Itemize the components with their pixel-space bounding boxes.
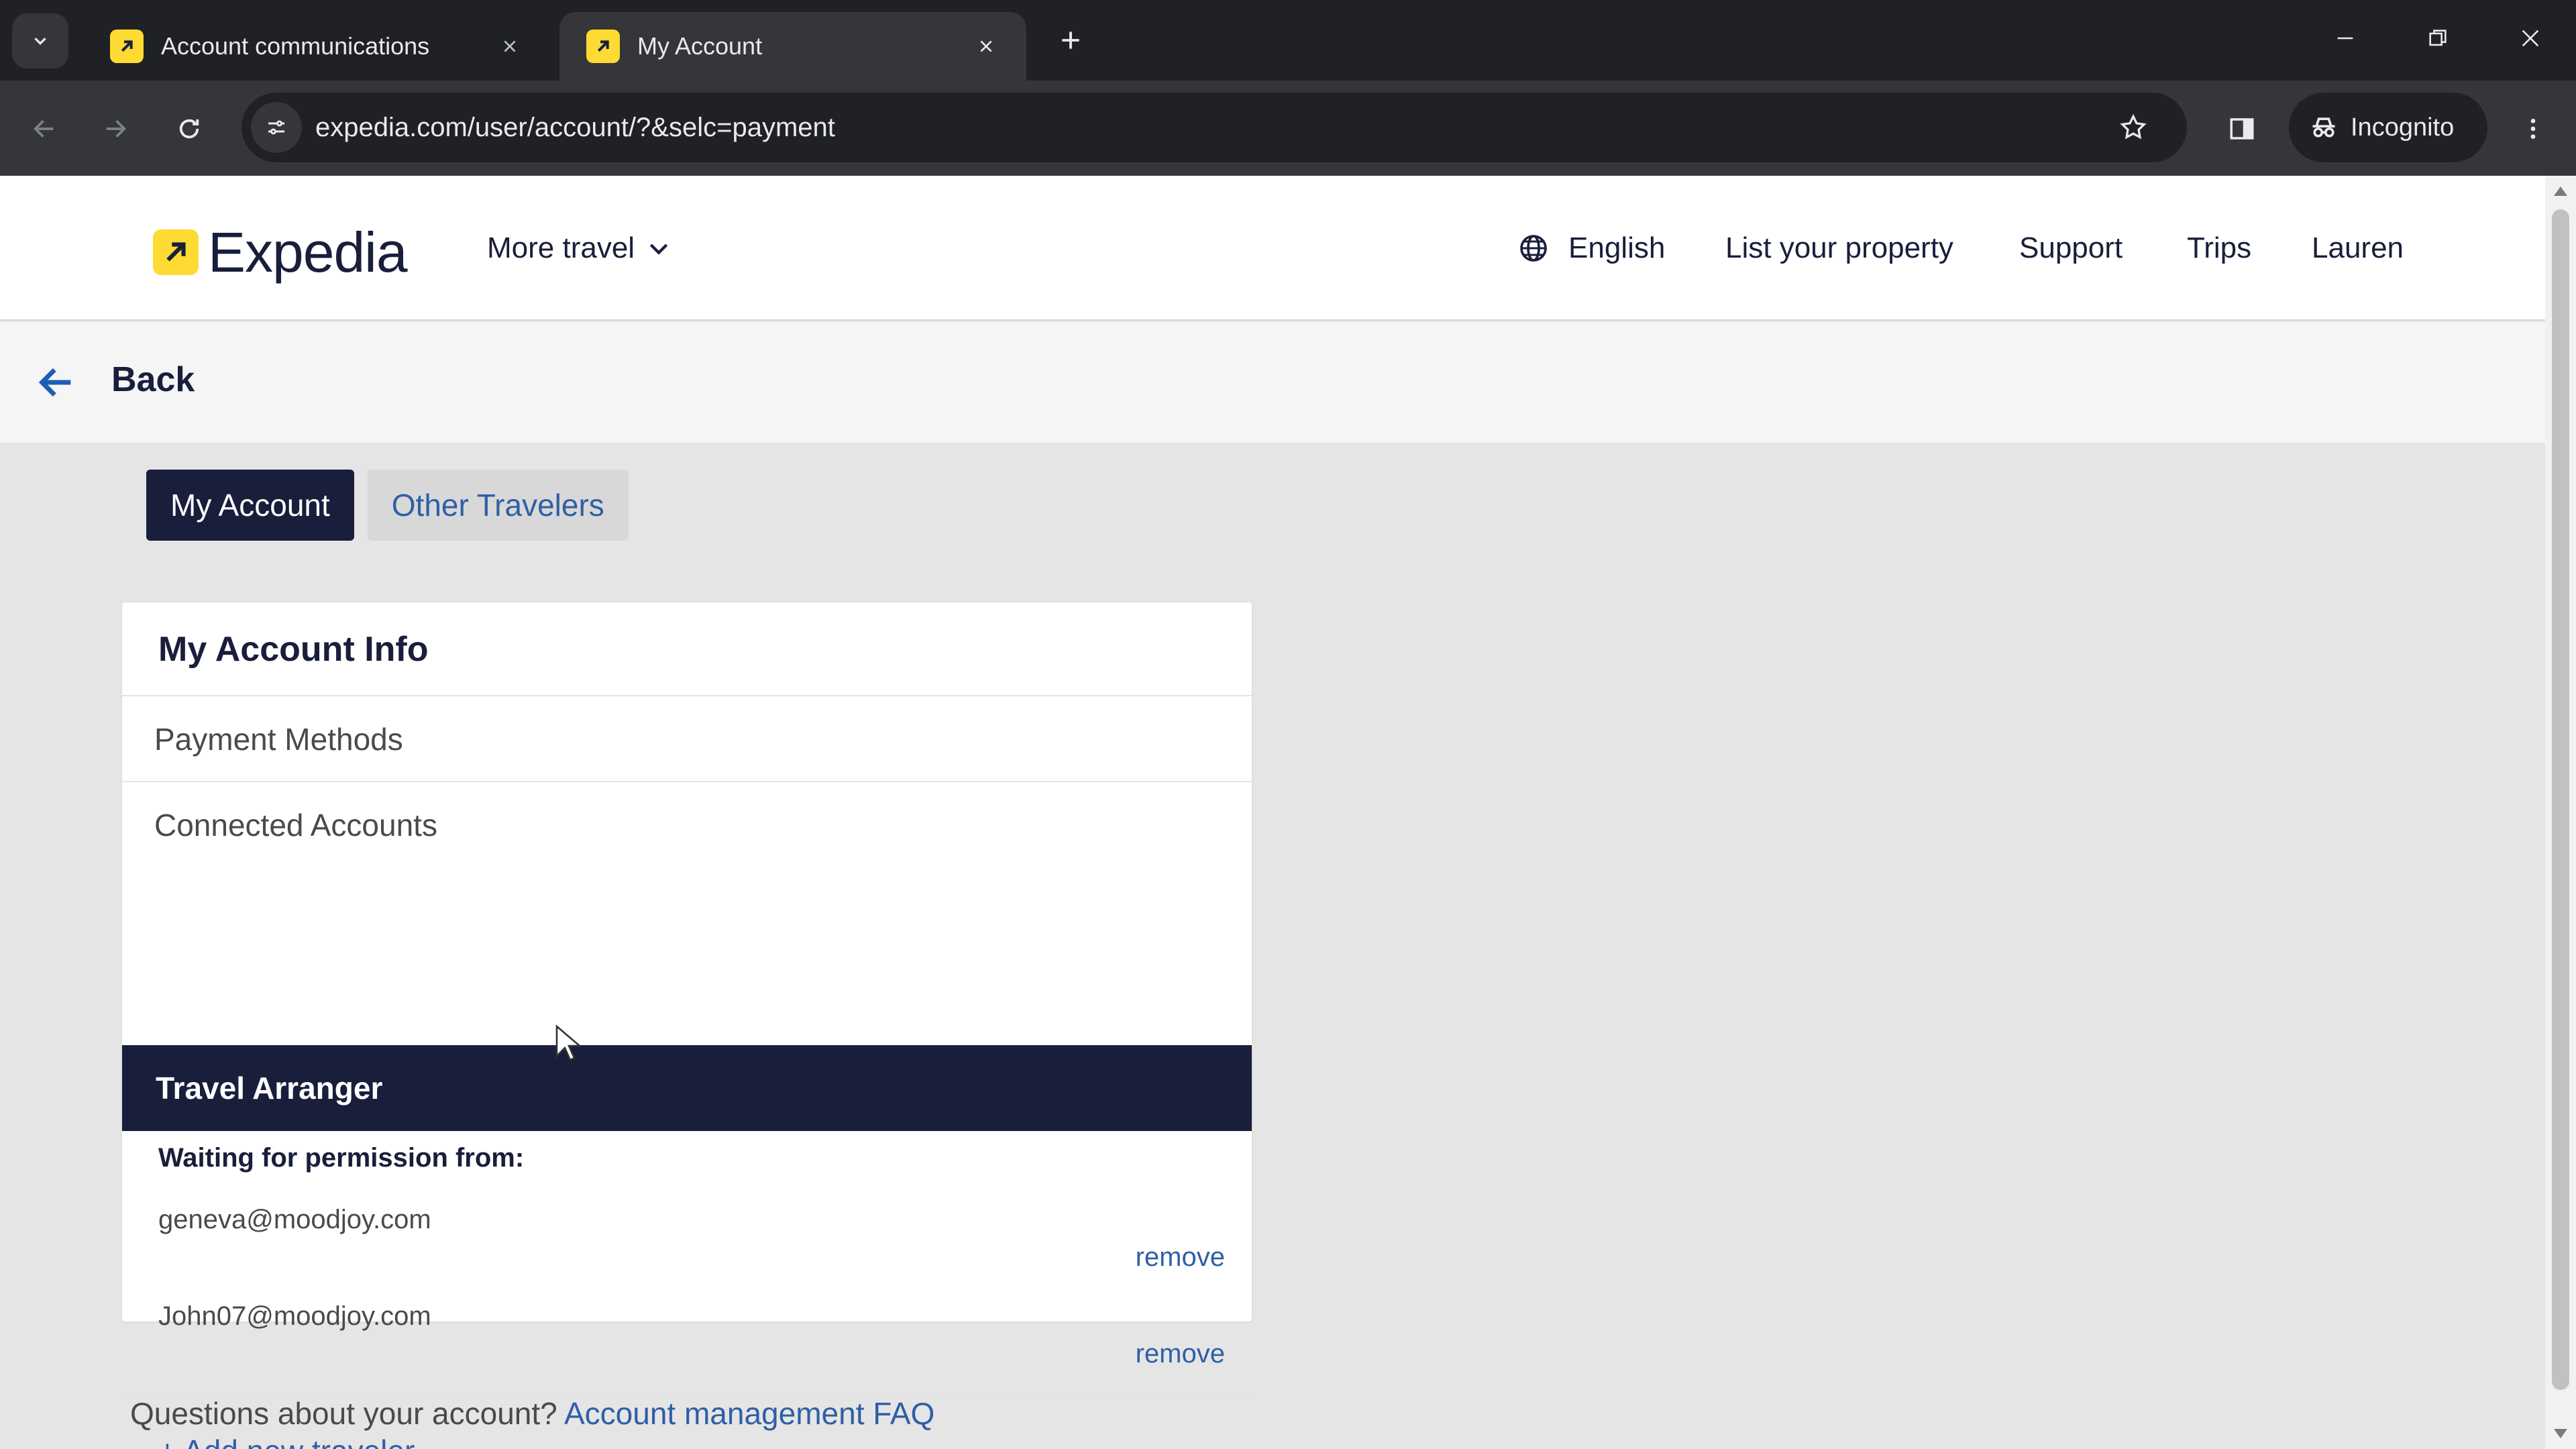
faq-line: Questions about your account? Account ma… xyxy=(130,1395,934,1432)
side-panel-icon xyxy=(2230,118,2254,140)
forward-nav-button[interactable] xyxy=(94,107,137,150)
trips-link[interactable]: Trips xyxy=(2187,228,2251,268)
scroll-down-icon[interactable] xyxy=(2554,1429,2567,1438)
more-travel-label: More travel xyxy=(487,231,635,264)
menu-item-connected-accounts[interactable]: Connected Accounts xyxy=(122,781,1252,867)
account-tabs: My Account Other Travelers xyxy=(146,470,629,541)
mouse-cursor-icon xyxy=(555,1024,581,1061)
plus-icon xyxy=(1062,32,1079,49)
side-panel-button[interactable] xyxy=(2220,107,2263,150)
scroll-up-icon[interactable] xyxy=(2554,186,2567,196)
reload-button[interactable] xyxy=(168,107,211,150)
tab-my-account[interactable]: My Account xyxy=(146,470,354,541)
restore-button[interactable] xyxy=(2411,15,2465,62)
incognito-label: Incognito xyxy=(2351,113,2455,142)
expedia-logo[interactable]: Expedia xyxy=(153,221,408,284)
account-management-faq-link[interactable]: Account management FAQ xyxy=(564,1396,934,1431)
page-scrollbar[interactable] xyxy=(2545,176,2576,1449)
window-close-button[interactable] xyxy=(2504,15,2557,62)
chevron-down-icon xyxy=(649,244,668,255)
new-tab-button[interactable] xyxy=(1051,20,1091,60)
close-icon[interactable] xyxy=(973,33,1000,60)
card-title: My Account Info xyxy=(158,630,429,669)
tab-other-travelers[interactable]: Other Travelers xyxy=(367,470,629,541)
browser-tab-account-communications[interactable]: Account communications xyxy=(83,12,550,80)
browser-tab-my-account[interactable]: My Account xyxy=(559,12,1026,80)
page-viewport: Expedia More travel English List your pr… xyxy=(0,176,2545,1449)
close-icon xyxy=(2522,30,2539,47)
pending-email: John07@moodjoy.com xyxy=(158,1301,431,1331)
minimize-icon xyxy=(2337,37,2353,40)
pending-email: geneva@moodjoy.com xyxy=(158,1205,431,1234)
back-nav-button[interactable] xyxy=(23,107,66,150)
browser-menu-button[interactable] xyxy=(2512,107,2555,150)
address-bar[interactable]: expedia.com/user/account/?&selc=payment xyxy=(241,93,2187,162)
more-travel-menu[interactable]: More travel xyxy=(487,228,672,268)
expedia-favicon xyxy=(586,30,620,63)
waiting-label: Waiting for permission from: xyxy=(158,1143,525,1173)
site-info-icon[interactable] xyxy=(251,102,302,153)
faq-question: Questions about your account? xyxy=(130,1396,557,1431)
support-link[interactable]: Support xyxy=(2019,228,2123,268)
site-header: Expedia More travel English List your pr… xyxy=(0,176,2545,321)
back-arrow-icon[interactable] xyxy=(35,361,78,404)
close-icon[interactable] xyxy=(496,33,523,60)
chevron-down-icon xyxy=(34,38,46,46)
bookmark-star-icon[interactable] xyxy=(2113,107,2153,148)
expedia-logo-icon xyxy=(153,229,199,275)
remove-link[interactable]: remove xyxy=(1136,1242,1225,1273)
account-info-card: My Account Info Payment Methods Connecte… xyxy=(122,602,1252,1449)
brand-name: Expedia xyxy=(208,221,408,284)
add-new-traveler-link[interactable]: + Add new traveler xyxy=(158,1433,415,1449)
expedia-favicon xyxy=(110,30,144,63)
arrow-right-icon xyxy=(106,120,126,138)
more-vertical-icon xyxy=(2530,119,2536,139)
tab-title: Account communications xyxy=(161,32,430,60)
language-label: English xyxy=(1568,231,1666,264)
user-menu[interactable]: Lauren xyxy=(2312,228,2404,268)
incognito-badge[interactable]: Incognito xyxy=(2289,93,2487,162)
language-selector[interactable]: English xyxy=(1517,228,1665,268)
menu-item-payment-methods[interactable]: Payment Methods xyxy=(122,695,1252,781)
menu-item-travel-arranger[interactable]: Travel Arranger xyxy=(122,1045,1252,1131)
back-bar: Back xyxy=(0,322,2545,443)
back-link[interactable]: Back xyxy=(111,360,195,400)
browser-toolbar: expedia.com/user/account/?&selc=payment … xyxy=(0,80,2576,176)
restore-icon xyxy=(2429,30,2447,46)
incognito-icon xyxy=(2312,117,2335,138)
minimize-button[interactable] xyxy=(2318,15,2372,62)
reload-icon xyxy=(179,119,199,139)
globe-icon xyxy=(1520,235,1547,262)
list-your-property-link[interactable]: List your property xyxy=(1725,228,1953,268)
tab-search-button[interactable] xyxy=(12,13,68,68)
arrow-left-icon xyxy=(34,120,54,138)
scroll-thumb[interactable] xyxy=(2552,209,2569,1390)
remove-link[interactable]: remove xyxy=(1136,1339,1225,1369)
tab-title: My Account xyxy=(637,32,763,60)
browser-tabstrip: Account communications My Account xyxy=(0,0,2576,80)
url-text[interactable]: expedia.com/user/account/?&selc=payment xyxy=(315,93,835,162)
